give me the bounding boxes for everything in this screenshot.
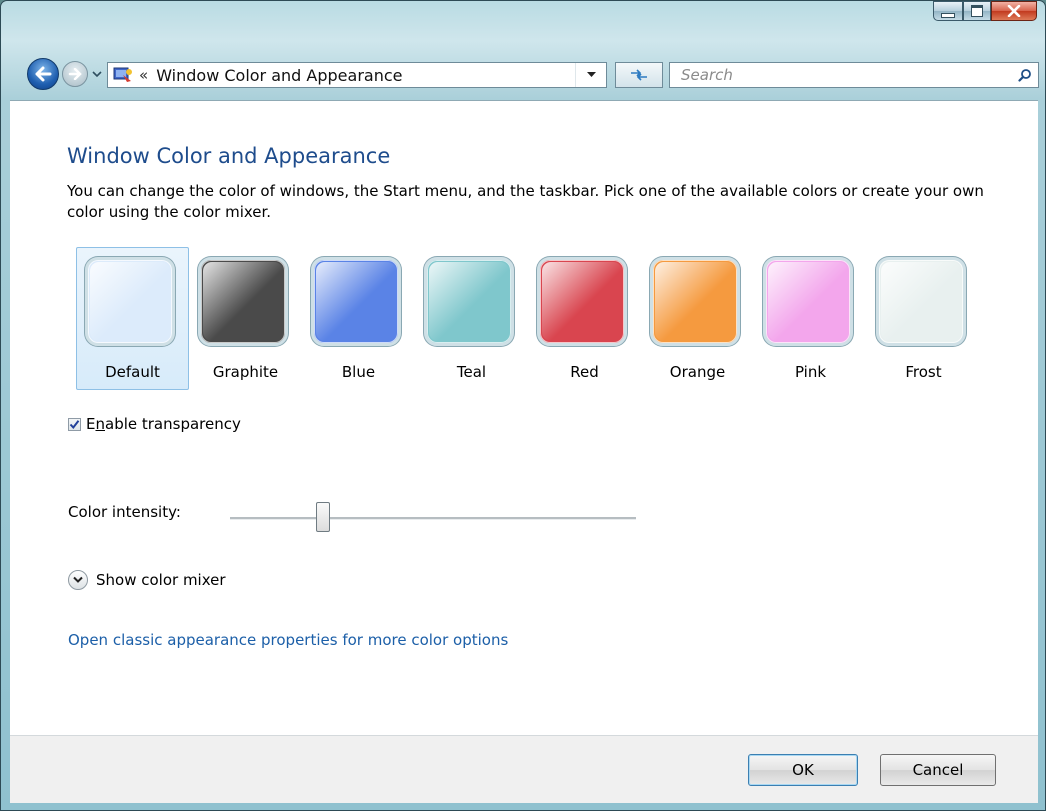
ok-button[interactable]: OK [748,754,858,786]
chevron-down-icon [73,576,83,583]
page-description: You can change the color of windows, the… [67,182,984,221]
swatch-label: Default [105,363,160,381]
swatch-color-tile [424,257,514,346]
close-icon [1007,5,1021,17]
expand-button[interactable] [68,570,88,590]
breadcrumb-overflow[interactable]: « [139,66,148,84]
refresh-button[interactable] [615,62,663,88]
address-bar[interactable]: « Window Color and Appearance [107,62,607,88]
minimize-button[interactable] [933,1,963,21]
maximize-button[interactable] [963,1,991,21]
search-icon [1018,69,1031,82]
swatch-label: Teal [456,363,487,381]
control-panel-icon [113,66,133,84]
swatch-label: Graphite [212,363,279,381]
swatch-label: Red [570,363,599,381]
swatch-label: Frost [905,363,942,381]
footer-bar: OK Cancel [10,735,1038,803]
swatch-color-tile [85,257,175,346]
color-swatch-frost[interactable]: Frost [867,247,980,390]
forward-button[interactable] [62,61,88,87]
color-intensity-label: Color intensity: [68,503,181,521]
swatch-label: Pink [794,363,827,381]
swatch-color-tile [311,257,401,346]
minimize-icon [941,12,955,18]
color-swatch-graphite[interactable]: Graphite [189,247,302,390]
show-color-mixer-label: Show color mixer [96,571,226,589]
color-swatch-list: Default Graphite Blue Teal Red Orange Pink Fros… [76,247,980,390]
title-bar [1,1,1045,45]
back-button[interactable] [27,58,59,90]
close-button[interactable] [991,1,1037,21]
search-box [669,62,1039,88]
refresh-icon [631,69,647,81]
maximize-icon [971,5,983,17]
breadcrumb[interactable]: Window Color and Appearance [156,66,575,85]
transparency-label: Enable transparency [86,415,241,433]
transparency-checkbox[interactable] [68,417,81,431]
window: « Window Color and Appearance Window Col [0,0,1046,811]
classic-appearance-link[interactable]: Open classic appearance properties for m… [68,631,508,649]
color-swatch-blue[interactable]: Blue [302,247,415,390]
color-intensity-slider[interactable] [230,502,636,532]
swatch-color-tile [876,257,966,346]
color-swatch-default[interactable]: Default [76,247,189,390]
caption-buttons [933,1,1037,21]
swatch-color-tile [650,257,740,346]
swatch-color-tile [763,257,853,346]
enable-transparency-option[interactable]: Enable transparency [68,415,241,433]
checkmark-icon [69,419,80,429]
swatch-color-tile [537,257,627,346]
search-button[interactable] [1012,63,1038,87]
address-dropdown-button[interactable] [575,63,606,87]
dropdown-arrow-icon [586,72,596,77]
search-input[interactable] [679,65,1012,85]
swatch-label: Orange [669,363,726,381]
back-arrow-icon [35,66,52,82]
color-swatch-pink[interactable]: Pink [754,247,867,390]
swatch-label: Blue [341,363,376,381]
chevron-down-icon [92,71,102,78]
page-title: Window Color and Appearance [67,144,391,168]
recent-pages-button[interactable] [91,68,103,80]
show-color-mixer-toggle[interactable]: Show color mixer [68,570,226,590]
color-swatch-orange[interactable]: Orange [641,247,754,390]
slider-thumb[interactable] [316,502,331,532]
content-pane: Window Color and Appearance You can chan… [10,100,1038,735]
color-swatch-red[interactable]: Red [528,247,641,390]
swatch-color-tile [198,257,288,346]
slider-track [230,517,636,520]
navigation-bar: « Window Color and Appearance [1,51,1045,101]
color-swatch-teal[interactable]: Teal [415,247,528,390]
cancel-button[interactable]: Cancel [880,754,996,786]
forward-arrow-icon [68,68,82,80]
